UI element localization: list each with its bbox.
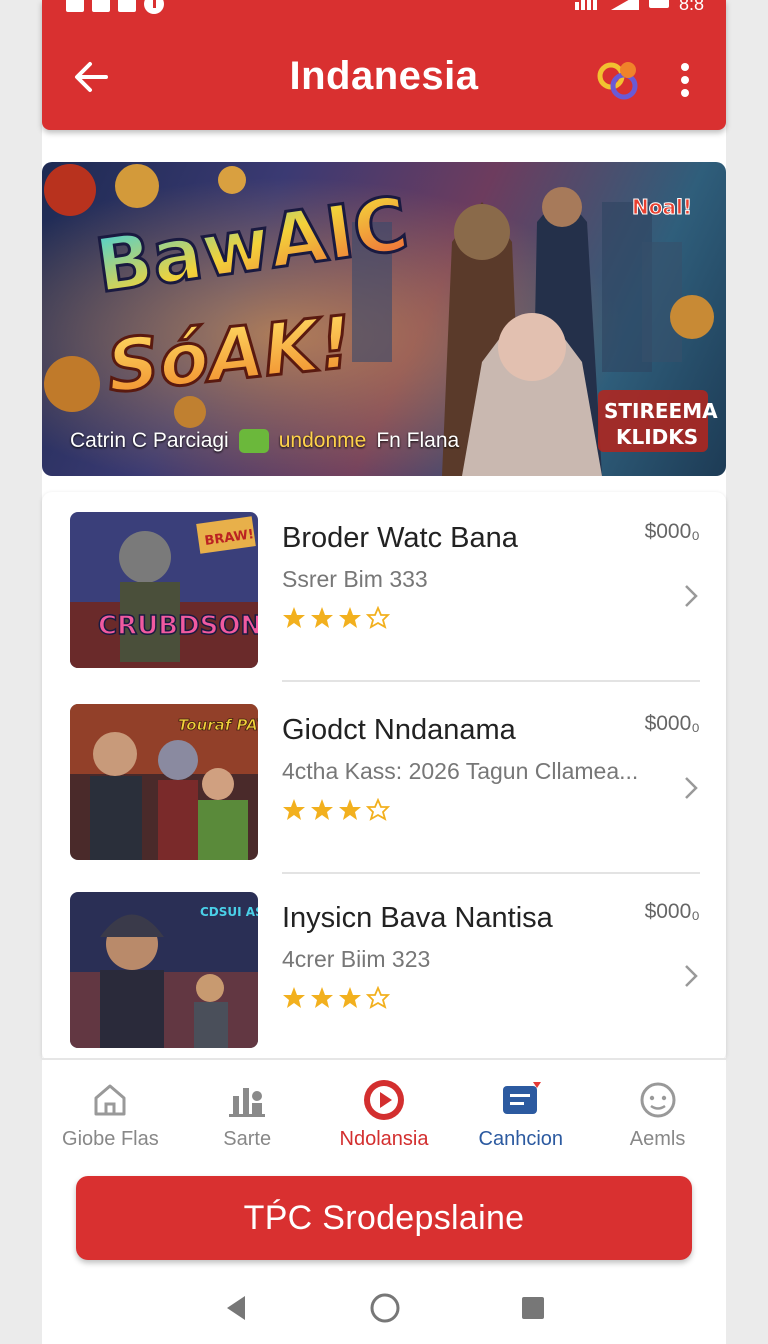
status-time: 8:8 (678, 0, 704, 14)
tab-label: Ndolansia (339, 1128, 429, 1150)
signal-icon (574, 0, 597, 10)
thumb-title: CRUBDSON (98, 611, 258, 641)
nav-recents-icon[interactable] (519, 1294, 547, 1322)
chevron-right-icon (685, 585, 698, 607)
game-thumbnail: CDSUI ASEHA (70, 892, 258, 1048)
game-title: Giodct Nndanama (282, 714, 516, 746)
list-item[interactable]: Touraf PAYKEIN Giodct Nndanama 4ctha Kas… (42, 684, 726, 874)
notification-icon (92, 0, 110, 12)
banner-caption: Catrin C Parciagi undonme Fn Flana (70, 429, 459, 453)
featured-banner[interactable]: BawAIC SóAK! Noal! STIREEMA KLIDKS Catri… (42, 162, 726, 476)
stats-icon (229, 1088, 266, 1117)
tab-label: Giobe Flas (62, 1128, 159, 1150)
add-icon (144, 0, 164, 14)
thumb-tag: CDSUI ASEHA (200, 905, 258, 919)
banner-badge-bottom-2: KLIDKS (616, 425, 698, 449)
tab-play[interactable]: Ndolansia (316, 1060, 453, 1164)
home-icon (94, 1084, 126, 1116)
message-icon (502, 1082, 541, 1114)
wifi-icon (610, 0, 639, 10)
banner-caption-left: Catrin C Parciagi (70, 429, 229, 452)
star-filled-icon (339, 607, 361, 628)
star-filled-icon (311, 799, 333, 820)
list-item[interactable]: CDSUI ASEHA Inysicn Bava Nantisa 4crer B… (42, 872, 726, 1062)
system-navigation-bar (42, 1272, 726, 1344)
tab-stats[interactable]: Sarte (179, 1060, 316, 1164)
tab-messages[interactable]: Canhcion (452, 1060, 589, 1164)
game-title: Inysicn Bava Nantisa (282, 902, 553, 934)
battery-icon (648, 0, 669, 8)
chevron-right-icon (685, 777, 698, 799)
app-bar: 8:8 Indanesia (42, 0, 726, 130)
star-outline-icon (366, 986, 390, 1009)
star-filled-icon (339, 799, 361, 820)
tab-label: Aemls (629, 1128, 686, 1150)
banner-badge-top: Noal! (632, 195, 692, 219)
nav-back-icon[interactable] (221, 1293, 251, 1323)
rating-stars (282, 798, 390, 822)
divider (282, 680, 700, 682)
tab-label: Sarte (223, 1128, 272, 1150)
game-price: $000₀ (644, 520, 700, 543)
star-filled-icon (283, 987, 305, 1008)
game-subtitle: 4crer Biim 323 (282, 946, 431, 972)
notification-icon (118, 0, 136, 12)
star-filled-icon (283, 607, 305, 628)
star-filled-icon (311, 987, 333, 1008)
chevron-right-icon (685, 965, 698, 987)
game-title: Broder Watc Bana (282, 522, 518, 554)
banner-badge-bottom: STIREEMA (604, 399, 718, 423)
star-filled-icon (311, 607, 333, 628)
chat-icon (238, 429, 269, 453)
star-filled-icon (283, 799, 305, 820)
game-thumbnail: Touraf PAYKEIN (70, 704, 258, 860)
star-outline-icon (366, 606, 390, 629)
rating-stars (282, 986, 390, 1010)
apps-icon[interactable] (594, 56, 642, 104)
more-options-icon[interactable] (678, 60, 692, 100)
banner-caption-mid: undonme (278, 429, 367, 452)
tab-home[interactable]: Giobe Flas (42, 1060, 179, 1164)
star-outline-icon (366, 798, 390, 821)
tab-profile[interactable]: Aemls (589, 1060, 726, 1164)
game-thumbnail: BRAW! CRUBDSON (70, 512, 258, 668)
face-icon (640, 1082, 676, 1118)
notification-icon (66, 0, 84, 12)
game-price: $000₀ (644, 900, 700, 923)
tab-label: Canhcion (478, 1128, 564, 1150)
banner-caption-right: Fn Flana (376, 429, 460, 452)
status-bar: 8:8 (66, 0, 704, 20)
nav-home-icon[interactable] (369, 1292, 401, 1324)
bottom-tab-bar: Giobe Flas Sarte Ndolansia Canhcion Aeml… (42, 1058, 726, 1164)
primary-cta-button[interactable]: TṔC Srodepslaine (76, 1176, 692, 1260)
star-filled-icon (339, 987, 361, 1008)
game-list: BRAW! CRUBDSON Broder Watc Bana Ssrer Bi… (42, 492, 726, 1062)
game-price: $000₀ (644, 712, 700, 735)
rating-stars (282, 606, 390, 630)
thumb-tag: Touraf PAYKEIN (178, 716, 258, 734)
game-subtitle: 4ctha Kass: 2026 Tagun Cllamea... (282, 758, 639, 784)
list-item[interactable]: BRAW! CRUBDSON Broder Watc Bana Ssrer Bi… (42, 492, 726, 682)
game-subtitle: Ssrer Bim 333 (282, 566, 428, 592)
play-icon (363, 1080, 404, 1120)
